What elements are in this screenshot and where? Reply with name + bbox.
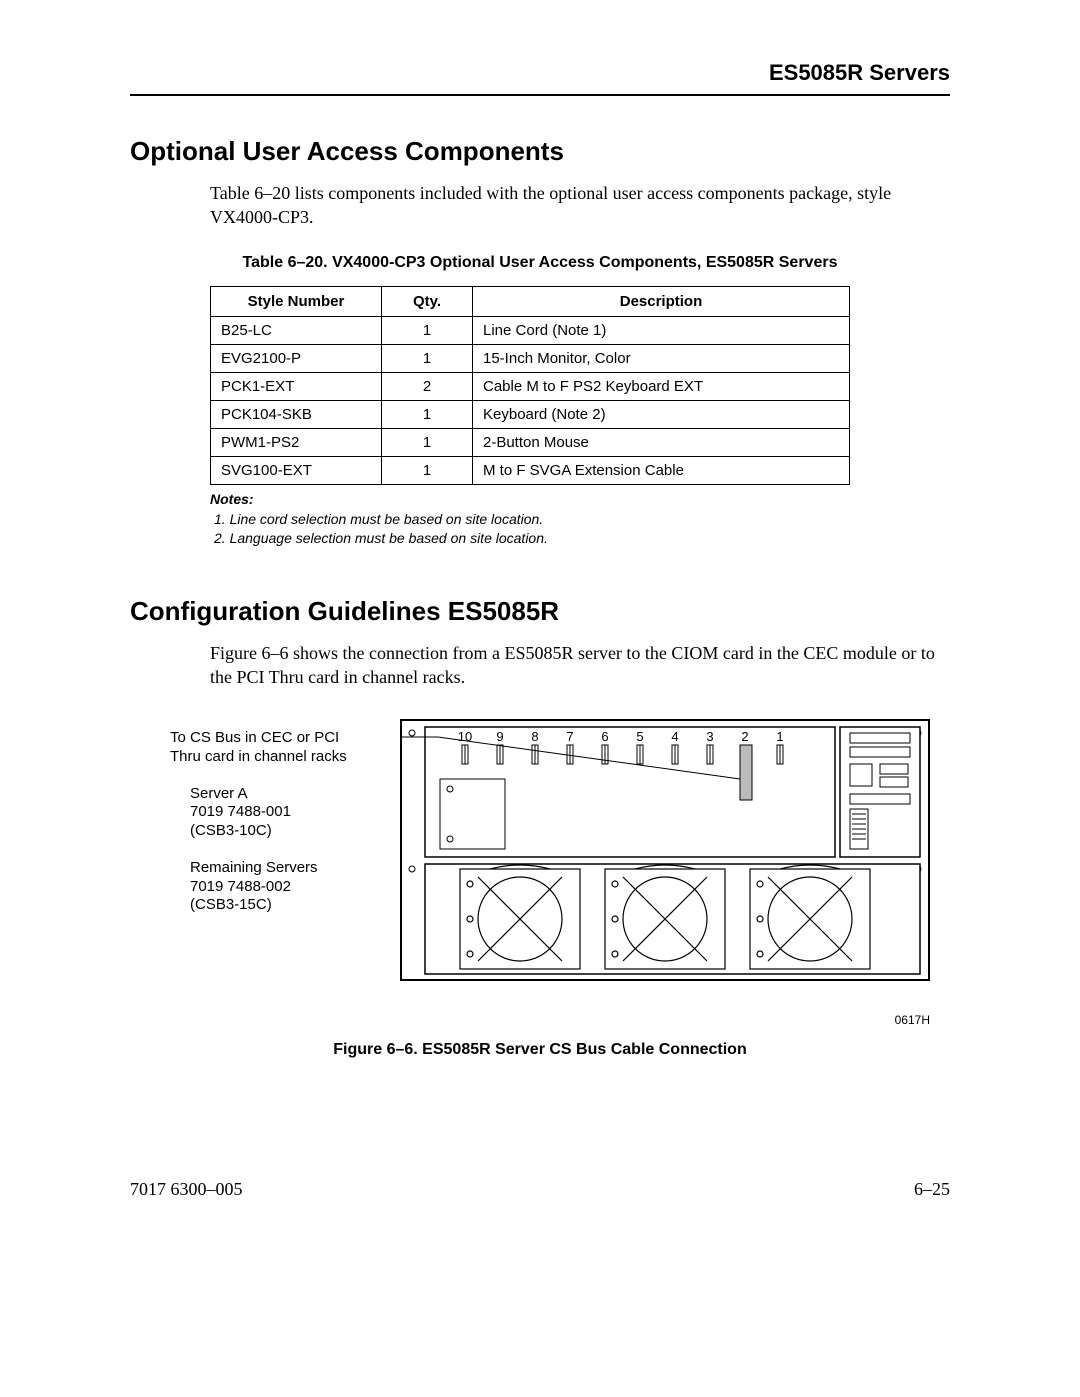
col-desc: Description [473,286,850,316]
cell-qty: 1 [382,344,473,372]
note-2: 2. Language selection must be based on s… [210,530,850,546]
header-title: ES5085R Servers [769,60,950,85]
cell-style: PCK1-EXT [211,372,382,400]
page-footer: 7017 6300–005 6–25 [130,1179,950,1200]
figure-labels: To CS Bus in CEC or PCI Thru card in cha… [170,729,390,933]
footer-left: 7017 6300–005 [130,1179,243,1200]
cell-style: B25-LC [211,316,382,344]
slot-num: 3 [706,729,713,744]
figure-caption: Figure 6–6. ES5085R Server CS Bus Cable … [130,1041,950,1059]
table-caption: Table 6–20. VX4000-CP3 Optional User Acc… [212,254,868,272]
table-row: PWM1-PS2 1 2-Button Mouse [211,428,850,456]
table-row: B25-LC 1 Line Cord (Note 1) [211,316,850,344]
cell-desc: Keyboard (Note 2) [473,400,850,428]
page: ES5085R Servers Optional User Access Com… [0,0,1080,1260]
components-table: Style Number Qty. Description B25-LC 1 L… [210,286,850,485]
col-style: Style Number [211,286,382,316]
server-diagram-icon: 10 9 8 7 6 5 4 3 2 1 [400,719,930,989]
slot-num: 7 [566,729,573,744]
table-row: EVG2100-P 1 15-Inch Monitor, Color [211,344,850,372]
label-servera-1: Server A [190,785,390,804]
cell-qty: 1 [382,400,473,428]
slot-num: 1 [776,729,783,744]
slot-num: 2 [741,729,748,744]
label-remain-3: (CSB3-15C) [190,896,390,915]
footer-right: 6–25 [914,1179,950,1200]
notes-block: Notes: 1. Line cord selection must be ba… [210,491,850,546]
figure-code: 0617H [170,1013,930,1027]
slot-num: 4 [671,729,678,744]
label-remain-1: Remaining Servers [190,859,390,878]
cell-qty: 1 [382,316,473,344]
note-1: 1. Line cord selection must be based on … [210,511,850,527]
label-csbus-1: To CS Bus in CEC or PCI [170,729,390,748]
cell-desc: 15-Inch Monitor, Color [473,344,850,372]
table-row: SVG100-EXT 1 M to F SVGA Extension Cable [211,456,850,484]
cell-style: PCK104-SKB [211,400,382,428]
label-servera-2: 7019 7488-001 [190,803,390,822]
cell-desc: Line Cord (Note 1) [473,316,850,344]
slot-num: 5 [636,729,643,744]
slot-num: 9 [496,729,503,744]
label-remain-2: 7019 7488-002 [190,878,390,897]
label-servera-3: (CSB3-10C) [190,822,390,841]
cell-qty: 1 [382,456,473,484]
page-header: ES5085R Servers [130,60,950,96]
table-row: PCK104-SKB 1 Keyboard (Note 2) [211,400,850,428]
cell-desc: M to F SVGA Extension Cable [473,456,850,484]
cell-desc: Cable M to F PS2 Keyboard EXT [473,372,850,400]
cell-qty: 1 [382,428,473,456]
cell-style: EVG2100-P [211,344,382,372]
col-qty: Qty. [382,286,473,316]
slot-num: 8 [531,729,538,744]
label-csbus-2: Thru card in channel racks [170,748,390,767]
section2-intro: Figure 6–6 shows the connection from a E… [210,641,950,690]
cell-style: SVG100-EXT [211,456,382,484]
cell-qty: 2 [382,372,473,400]
figure-area: To CS Bus in CEC or PCI Thru card in cha… [170,719,930,1009]
section-heading-config: Configuration Guidelines ES5085R [130,596,950,627]
cell-style: PWM1-PS2 [211,428,382,456]
section-heading-optional: Optional User Access Components [130,136,950,167]
table-row: PCK1-EXT 2 Cable M to F PS2 Keyboard EXT [211,372,850,400]
notes-heading: Notes: [210,491,850,507]
section1-intro: Table 6–20 lists components included wit… [210,181,950,230]
slot-num: 6 [601,729,608,744]
cell-desc: 2-Button Mouse [473,428,850,456]
